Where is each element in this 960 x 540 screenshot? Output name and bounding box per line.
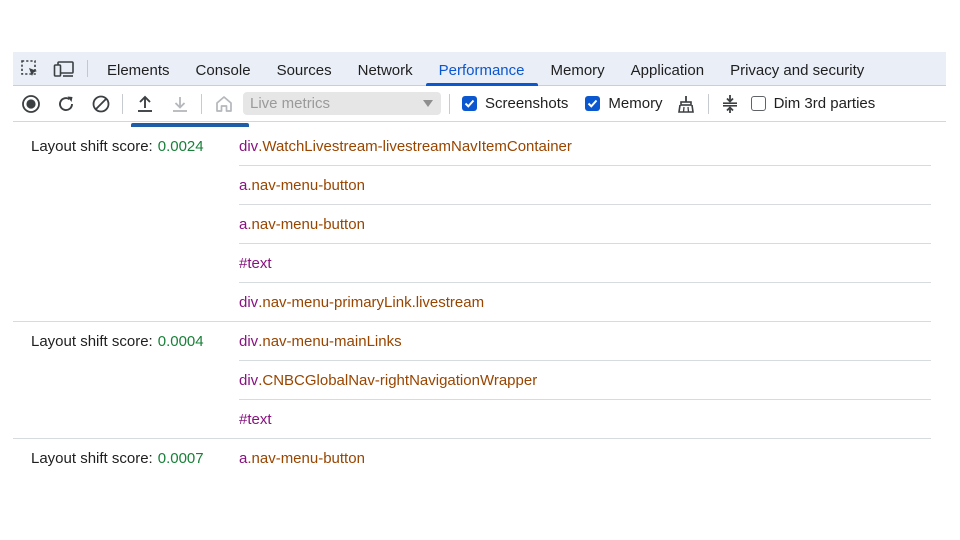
layout-shift-group: Layout shift score: 0.0024 div .WatchLivest…: [13, 127, 931, 322]
tab-performance[interactable]: Performance: [425, 52, 538, 86]
checkmark-icon[interactable]: [585, 96, 601, 111]
node-tag: a: [239, 215, 248, 233]
node-link[interactable]: a .nav-menu-button: [239, 166, 931, 205]
dim-3rd-parties-checkbox[interactable]: Dim 3rd parties: [750, 95, 876, 112]
layout-shift-score: Layout shift score: 0.0004: [13, 322, 239, 360]
node-tag: a: [239, 176, 248, 194]
node-tag: div: [239, 371, 259, 389]
layout-shift-score-value: 0.0004: [157, 332, 204, 350]
layout-shift-list: Layout shift score: 0.0024 div .WatchLivest…: [13, 127, 931, 477]
collapse-icon[interactable]: [713, 86, 748, 121]
layout-shift-score-label: Layout shift score:: [31, 137, 153, 155]
screenshots-label: Screenshots: [485, 95, 569, 112]
device-toolbar-icon[interactable]: [47, 52, 81, 85]
node-tag: #text: [239, 254, 272, 272]
home-icon: [206, 86, 241, 121]
toolbar-separator: [201, 93, 202, 114]
inspect-element-icon[interactable]: [13, 52, 47, 85]
garbage-collect-icon[interactable]: [669, 86, 704, 121]
node-selector: .nav-menu-primaryLink.livestream: [258, 293, 485, 311]
checkmark-icon[interactable]: [462, 96, 477, 111]
toolbar-separator: [707, 93, 709, 114]
devtools-panel: Elements Console Sources Network Performance…: [13, 52, 946, 122]
tab-memory[interactable]: Memory: [538, 52, 618, 85]
tab-console[interactable]: Console: [183, 52, 264, 85]
layout-shift-score: Layout shift score: 0.0007: [13, 439, 239, 477]
record-icon[interactable]: [13, 86, 48, 121]
node-link[interactable]: div .nav-menu-mainLinks: [239, 322, 931, 361]
layout-shift-score-label: Layout shift score:: [31, 332, 153, 350]
node-link[interactable]: a .nav-menu-button: [239, 439, 931, 477]
node-link[interactable]: div .CNBCGlobalNav-rightNavigationWrapper: [239, 361, 931, 400]
node-tag: div: [239, 137, 259, 155]
download-icon: [162, 86, 197, 121]
tab-application[interactable]: Application: [618, 52, 717, 85]
node-selector: .nav-menu-button: [247, 176, 365, 194]
node-selector: .nav-menu-button: [247, 449, 365, 467]
affected-nodes-list: a .nav-menu-button: [239, 439, 931, 477]
dim-3rd-parties-label: Dim 3rd parties: [773, 95, 876, 112]
layout-shift-score: Layout shift score: 0.0024: [13, 127, 239, 165]
live-metrics-select: Live metrics: [243, 92, 441, 115]
reload-icon[interactable]: [48, 86, 83, 121]
checkbox-empty-icon[interactable]: [750, 96, 766, 111]
node-link[interactable]: div .nav-menu-primaryLink.livestream: [239, 283, 931, 321]
layout-shift-group: Layout shift score: 0.0007 a .nav-menu-butt…: [13, 439, 931, 477]
layout-shift-group: Layout shift score: 0.0004 div .nav-menu-ma…: [13, 322, 931, 439]
node-selector: .nav-menu-button: [247, 215, 365, 233]
chevron-down-icon: [423, 100, 433, 107]
affected-nodes-list: div .WatchLivestream-livestreamNavItemCon…: [239, 127, 931, 321]
screenshots-checkbox[interactable]: Screenshots: [462, 95, 568, 112]
tab-network[interactable]: Network: [345, 52, 426, 85]
tab-privacy-and-security[interactable]: Privacy and security: [717, 52, 877, 85]
upload-icon[interactable]: [127, 86, 162, 121]
memory-checkbox[interactable]: Memory: [585, 95, 663, 112]
devtools-tabbar: Elements Console Sources Network Performance…: [13, 52, 946, 86]
layout-shift-score-value: 0.0024: [157, 137, 204, 155]
performance-toolbar: Live metrics Screenshots Memory Dim 3rd …: [13, 86, 946, 122]
affected-nodes-list: div .nav-menu-mainLinks div .CNBCGlobalNav-…: [239, 322, 931, 438]
layout-shift-score-value: 0.0007: [157, 449, 204, 467]
layout-shift-score-label: Layout shift score:: [31, 449, 153, 467]
node-selector: .WatchLivestream-livestreamNavItemContai…: [258, 137, 572, 155]
tabbar-separator: [87, 60, 88, 77]
live-metrics-select-value: Live metrics: [250, 95, 331, 112]
clear-icon[interactable]: [83, 86, 118, 121]
memory-label: Memory: [608, 95, 663, 112]
node-selector: .nav-menu-mainLinks: [258, 332, 402, 350]
node-tag: a: [239, 449, 248, 467]
toolbar-separator: [449, 93, 450, 114]
node-link[interactable]: div .WatchLivestream-livestreamNavItemCon…: [239, 127, 931, 166]
node-link[interactable]: #text: [239, 400, 931, 438]
node-link[interactable]: #text: [239, 244, 931, 283]
tab-elements[interactable]: Elements: [94, 52, 183, 85]
node-selector: .CNBCGlobalNav-rightNavigationWrapper: [258, 371, 538, 389]
node-tag: div: [239, 293, 259, 311]
node-tag: #text: [239, 410, 272, 428]
tab-sources[interactable]: Sources: [264, 52, 345, 85]
node-link[interactable]: a .nav-menu-button: [239, 205, 931, 244]
node-tag: div: [239, 332, 259, 350]
toolbar-separator: [122, 93, 123, 114]
